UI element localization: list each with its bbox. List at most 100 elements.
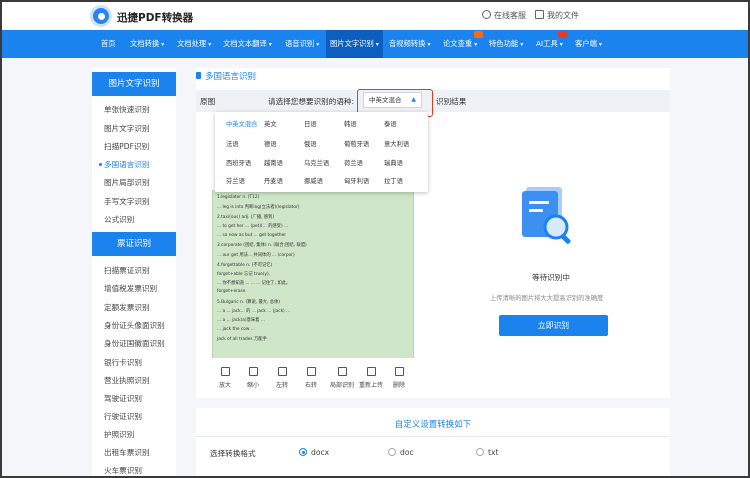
lang-option[interactable]: 匈牙利语 [344,176,369,185]
sidebar-section-ocr[interactable]: 图片文字识别 [92,72,176,96]
sidebar-item-partial[interactable]: 图片局部识别 [104,177,150,188]
preview-line: ... so now as but ... get together [217,233,287,238]
my-files-label: 我的文件 [547,11,579,20]
sidebar-item-passport[interactable]: 护照识别 [104,429,134,440]
sidebar-item-handwriting[interactable]: 手写文字识别 [104,196,150,207]
format-radio-txt[interactable]: txt [476,448,498,457]
rotate-left-button[interactable]: 左转 [269,364,295,389]
radio-icon [388,448,396,456]
sidebar-item-formula[interactable]: 公式识别 [104,214,134,225]
rotate-right-button[interactable]: 右转 [298,364,324,389]
lang-option[interactable]: 英文 [264,119,277,128]
sidebar-item-image-ocr[interactable]: 图片文字识别 [104,123,150,134]
format-label: 选择转换格式 [210,449,256,458]
lang-option[interactable]: 挪威语 [304,176,323,185]
chevron-down-icon: ▾ [161,41,165,48]
nav-translate[interactable]: 文档文本翻译 ▾ [223,30,272,58]
sidebar-item-scan-ticket[interactable]: 扫描票证识别 [104,265,150,276]
lang-option[interactable]: 葡萄牙语 [344,139,369,148]
rotate-left-label: 左转 [275,382,288,389]
nav-features[interactable]: 特色功能 ▾ [489,30,523,58]
lang-option[interactable]: 德语 [264,139,277,148]
document-search-illustration-icon [522,187,571,244]
reupload-button[interactable]: 重新上传 [356,364,386,389]
preview-line: ... jack the cow ... [217,327,255,332]
nav-voice[interactable]: 语音识别 ▾ [285,30,319,58]
nav-paper-check-label: 论文查重 [443,39,473,48]
lang-option[interactable]: 日语 [304,119,317,128]
lang-option[interactable]: 荷兰语 [344,158,363,167]
language-dropdown: 中英文混合 英文 日语 韩语 泰语 法语 德语 俄语 葡萄牙语 意大利语 西班牙… [215,112,428,192]
lang-option[interactable]: 俄语 [304,139,317,148]
sidebar-item-id-back[interactable]: 身份证国徽面识别 [104,338,165,349]
custom-settings-panel: 自定义设置转换如下 选择转换格式 docx doc txt [196,408,670,476]
format-txt-label: txt [488,448,499,457]
sidebar-item-quick-ocr[interactable]: 单张快速识别 [104,104,150,115]
nav-doc-process-label: 文档处理 [177,39,207,48]
hot-badge-icon [558,31,567,38]
delete-button[interactable]: 删除 [386,364,412,389]
lang-option[interactable]: 瑞典语 [384,158,403,167]
sidebar-item-taxi-ticket[interactable]: 出租车票识别 [104,447,150,458]
delete-label: 删除 [392,382,405,389]
sidebar-item-id-front[interactable]: 身份证头像面识别 [104,320,165,331]
format-docx-label: docx [311,448,330,457]
sidebar-item-train-ticket[interactable]: 火车票识别 [104,465,142,476]
format-radio-docx[interactable]: docx [299,448,329,457]
preview-line: ... 你不想知道 ... ... ... 记住了, 如此。 [217,281,291,286]
preview-line: 1.legislator n. (T12) [217,195,260,200]
sidebar-item-multilang[interactable]: 多国语言识别 [99,159,150,170]
original-image-label: 原图 [200,97,216,106]
nav-home-label: 首页 [101,39,116,48]
lang-option[interactable]: 越南语 [264,158,283,167]
sidebar-item-license[interactable]: 营业执照识别 [104,375,150,386]
sidebar-item-driver-license[interactable]: 驾驶证识别 [104,393,142,404]
document-icon [535,10,544,19]
lang-option[interactable]: 乌克兰语 [304,158,329,167]
chevron-down-icon: ▾ [598,41,602,48]
my-files-link[interactable]: 我的文件 [535,10,579,21]
sidebar-item-vat-invoice[interactable]: 增值税发票识别 [104,283,157,294]
sidebar-section-tickets[interactable]: 票证识别 [92,232,176,256]
sidebar-item-vehicle-license[interactable]: 行驶证识别 [104,411,142,422]
partial-ocr-button[interactable]: 局部识别 [328,364,356,389]
nav-ai-tools-label: AI工具 [536,39,558,48]
start-recognition-button[interactable]: 立即识别 [499,315,608,336]
nav-doc-convert[interactable]: 文档转换 ▾ [130,30,164,58]
lang-option[interactable]: 丹麦语 [264,176,283,185]
zoom-out-button[interactable]: 缩小 [240,364,266,389]
zoom-in-label: 放大 [218,382,231,389]
lang-option[interactable]: 泰语 [384,119,397,128]
format-radio-doc[interactable]: doc [388,448,414,457]
sidebar-item-scan-pdf[interactable]: 扫描PDF识别 [104,141,149,152]
nav-image-ocr[interactable]: 图片文字识别 ▾ [326,30,383,58]
chevron-down-icon: ▾ [268,41,272,48]
nav-translate-label: 文档文本翻译 [223,39,267,48]
zoom-in-button[interactable]: 放大 [212,364,238,389]
lang-option[interactable]: 中英文混合 [226,119,257,128]
lang-option[interactable]: 拉丁语 [384,176,403,185]
lang-option[interactable]: 意大利语 [384,139,409,148]
nav-av-convert[interactable]: 音视频转换 ▾ [389,30,431,58]
preview-line: ... to get her ... (pet)(... 的感受) ... [217,224,289,229]
lang-option[interactable]: 芬兰语 [226,176,245,185]
nav-client[interactable]: 客户端 ▾ [575,30,602,58]
sidebar-item-fixed-invoice[interactable]: 定额发票识别 [104,302,150,313]
app-window: 迅捷PDF转换器 在线客服 我的文件 首页 文档转换 ▾ 文档处理 ▾ 文档文本翻译… [0,0,750,478]
custom-settings-title: 自定义设置转换如下 [394,420,472,430]
sidebar-item-bank-card[interactable]: 银行卡识别 [104,357,142,368]
trash-icon [394,367,404,376]
lang-option[interactable]: 法语 [226,139,239,148]
lang-option[interactable]: 韩语 [344,119,357,128]
nav-paper-check[interactable]: 论文查重 ▾ [443,30,477,58]
nav-doc-process[interactable]: 文档处理 ▾ [177,30,211,58]
lang-option[interactable]: 西班牙语 [226,158,251,167]
brand-name[interactable]: 迅捷PDF转换器 [117,10,193,25]
nav-home[interactable]: 首页 [101,30,116,58]
partial-ocr-label: 局部识别 [329,382,354,389]
radio-checked-icon [299,448,307,456]
original-image-preview: 1.legislator n. (T12) ... leg is into 判断… [212,190,414,358]
customer-service-link[interactable]: 在线客服 [482,10,526,21]
brand-logo-icon[interactable] [90,5,112,27]
customer-service-label: 在线客服 [494,11,526,20]
